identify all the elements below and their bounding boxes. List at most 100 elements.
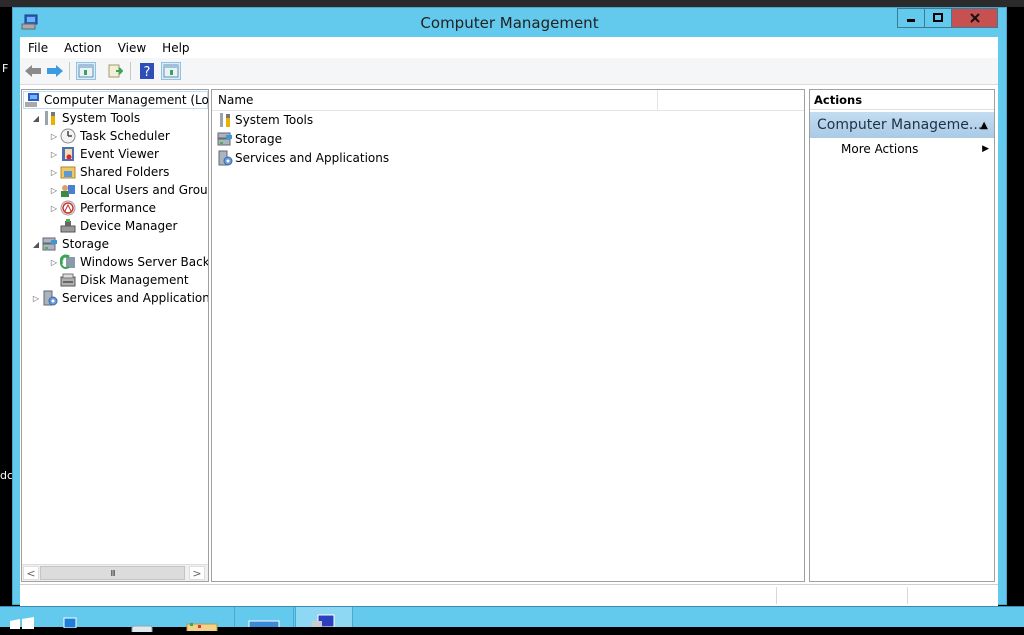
menu-bar: File Action View Help <box>20 37 998 58</box>
computer-management-icon <box>24 92 40 108</box>
export-list-icon <box>108 64 123 78</box>
disk-management-icon <box>60 272 76 288</box>
collapsed-icon[interactable]: ▷ <box>48 204 60 213</box>
event-viewer-icon <box>60 146 76 162</box>
collapsed-icon[interactable]: ▷ <box>30 294 42 303</box>
list-header: Name <box>212 90 804 111</box>
export-list-button[interactable] <box>105 62 125 80</box>
tree-item-label: Device Manager <box>80 219 178 233</box>
actions-header: Actions <box>810 90 994 110</box>
services-icon <box>42 290 58 306</box>
collapsed-icon[interactable]: ▷ <box>48 168 60 177</box>
show-hide-console-tree-button[interactable] <box>76 62 96 80</box>
performance-icon <box>60 200 76 216</box>
back-button[interactable] <box>23 62 43 80</box>
tree-item-label: System Tools <box>62 111 141 125</box>
collapsed-icon[interactable]: ▷ <box>48 258 60 267</box>
server-backup-icon <box>59 254 76 270</box>
tree-item-label: Performance <box>80 201 157 215</box>
task-scheduler-icon <box>60 128 76 144</box>
taskbar-window-button[interactable] <box>234 607 294 627</box>
system-tools-icon <box>42 110 58 126</box>
show-hide-action-pane-button[interactable] <box>161 62 181 80</box>
tree-item-performance[interactable]: ▷ Performance <box>48 199 156 217</box>
menu-help[interactable]: Help <box>154 41 197 55</box>
tree-item-label: Shared Folders <box>80 165 170 179</box>
tree-item-computer-management[interactable]: Computer Management (Local <box>23 91 208 109</box>
taskbar-computer-management[interactable] <box>295 607 353 627</box>
collapse-up-icon[interactable]: ▲ <box>980 120 988 131</box>
list-item-label: Storage <box>235 132 282 146</box>
list-item-label: System Tools <box>235 113 314 127</box>
minimize-button[interactable] <box>897 8 925 28</box>
tree-item-label: Disk Management <box>80 273 189 287</box>
maximize-icon <box>933 13 943 22</box>
more-actions-item[interactable]: More Actions ▶ <box>810 140 994 158</box>
tree-item-label: Services and Applications <box>62 291 209 305</box>
storage-icon <box>217 131 233 147</box>
taskbar-file-explorer[interactable] <box>186 620 218 634</box>
tree-item-label: Computer Management (Local <box>44 93 209 107</box>
taskbar <box>0 606 1024 635</box>
list-item-services-and-applications[interactable]: Services and Applications <box>217 149 389 167</box>
action-pane-icon <box>163 64 179 78</box>
start-button[interactable] <box>8 617 36 632</box>
maximize-button[interactable] <box>924 8 952 28</box>
taskbar-powershell[interactable] <box>130 621 154 635</box>
status-bar <box>20 584 998 607</box>
list-item-label: Services and Applications <box>235 151 390 165</box>
local-users-icon <box>60 182 76 198</box>
menu-action[interactable]: Action <box>56 41 110 55</box>
help-button[interactable]: ? <box>137 62 157 80</box>
tree-item-task-scheduler[interactable]: ▷ Task Scheduler <box>48 127 170 145</box>
screen-top-edge <box>0 0 1024 7</box>
actions-section-computer-management[interactable]: Computer Manageme... ▲ <box>810 112 994 138</box>
folder-icon <box>186 623 218 633</box>
computer-management-window: Computer Management File Action View Hel… <box>12 7 1007 607</box>
close-icon <box>969 13 980 23</box>
tree-horizontal-scrollbar[interactable]: < III > <box>22 564 208 581</box>
scroll-right-button[interactable]: > <box>189 566 205 580</box>
server-manager-icon <box>63 617 77 629</box>
powershell-icon <box>131 625 153 635</box>
menu-file[interactable]: File <box>20 41 56 55</box>
tree-item-event-viewer[interactable]: ▷ Event Viewer <box>48 145 159 163</box>
collapsed-icon[interactable]: ▷ <box>48 132 60 141</box>
expanded-icon[interactable]: ◢ <box>30 114 42 123</box>
tree-item-disk-management[interactable]: Disk Management <box>48 271 189 289</box>
taskbar-server-manager[interactable] <box>62 616 78 631</box>
status-cell <box>907 587 997 604</box>
collapsed-icon[interactable]: ▷ <box>48 186 60 195</box>
services-icon <box>217 150 233 166</box>
tree-item-shared-folders[interactable]: ▷ Shared Folders <box>48 163 169 181</box>
list-item-system-tools[interactable]: System Tools <box>217 111 313 129</box>
tree-item-label: Windows Server Backup <box>80 255 209 269</box>
tree-item-storage[interactable]: ◢ Storage <box>30 235 109 253</box>
help-icon: ? <box>140 63 154 79</box>
scroll-thumb[interactable]: III <box>40 566 185 580</box>
tree-item-windows-server-backup[interactable]: ▷ Windows Server Backup <box>48 253 209 271</box>
expanded-icon[interactable]: ◢ <box>30 240 42 249</box>
tree-item-device-manager[interactable]: Device Manager <box>48 217 177 235</box>
tree-item-services-and-applications[interactable]: ▷ Services and Applications <box>30 289 209 307</box>
forward-arrow-icon <box>47 65 63 77</box>
list-item-storage[interactable]: Storage <box>217 130 282 148</box>
toolbar-separator <box>130 62 131 80</box>
forward-button[interactable] <box>45 62 65 80</box>
scroll-left-button[interactable]: < <box>23 566 39 580</box>
title-bar[interactable]: Computer Management <box>13 8 1006 38</box>
tree-item-system-tools[interactable]: ◢ System Tools <box>30 109 140 127</box>
collapsed-icon[interactable]: ▷ <box>48 150 60 159</box>
tree-item-label: Storage <box>62 237 109 251</box>
close-button[interactable] <box>951 8 998 28</box>
tree-item-local-users-and-groups[interactable]: ▷ Local Users and Groups <box>48 181 208 199</box>
column-header-name[interactable]: Name <box>212 90 658 110</box>
computer-management-icon <box>312 614 335 627</box>
shared-folders-icon <box>60 164 76 180</box>
desktop-text-fragment: F <box>2 62 9 75</box>
device-manager-icon <box>60 218 76 234</box>
window-title: Computer Management <box>420 14 599 32</box>
tree-item-label: Task Scheduler <box>80 129 170 143</box>
menu-view[interactable]: View <box>110 41 154 55</box>
system-tools-icon <box>217 112 233 128</box>
